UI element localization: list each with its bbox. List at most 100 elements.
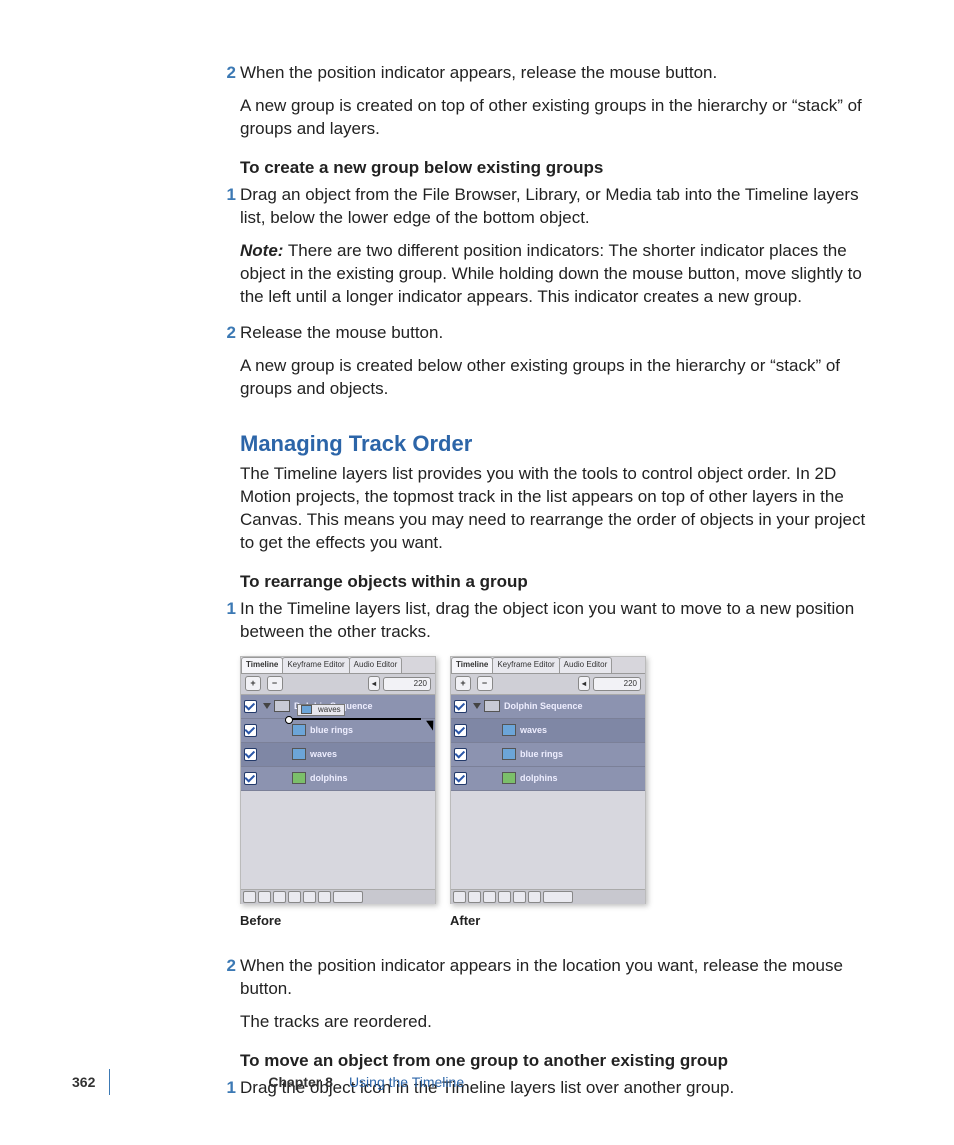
disclosure-icon[interactable]: [473, 703, 481, 709]
group-row[interactable]: Dolphin Sequence waves: [241, 695, 435, 719]
toolbar-button[interactable]: [258, 891, 271, 903]
toolbar-button[interactable]: [453, 891, 466, 903]
toolbar: + − ◂ 220: [241, 674, 435, 695]
frame-field[interactable]: 220: [383, 677, 431, 691]
checkbox-icon[interactable]: [244, 772, 257, 785]
remove-button[interactable]: −: [267, 676, 283, 691]
chapter-label: Chapter 8: [268, 1073, 333, 1092]
step-number: 2: [222, 322, 236, 345]
checkbox-icon[interactable]: [454, 772, 467, 785]
screenshot-after: Timeline Keyframe Editor Audio Editor + …: [450, 656, 646, 904]
indicator-knob-icon: [285, 716, 293, 724]
toolbar: + − ◂ 220: [451, 674, 645, 695]
toolbar-button[interactable]: [513, 891, 526, 903]
layers-list: Dolphin Sequence waves: [241, 695, 435, 791]
checkbox-icon[interactable]: [454, 724, 467, 737]
step-number: 2: [222, 62, 236, 85]
chapter-title: Using the Timeline: [349, 1073, 464, 1092]
figure-caption: Before: [240, 912, 436, 930]
page-number: 362: [72, 1073, 95, 1092]
layer-icon: [301, 705, 312, 714]
toolbar-button[interactable]: [303, 891, 316, 903]
page-footer: 362 Chapter 8 Using the Timeline: [72, 1069, 882, 1095]
layer-row[interactable]: waves: [451, 719, 645, 743]
bottom-toolbar: [241, 889, 435, 904]
step-number: 1: [222, 184, 236, 207]
step-left-button[interactable]: ◂: [368, 676, 380, 691]
position-indicator: waves: [291, 718, 421, 720]
add-button[interactable]: +: [455, 676, 471, 691]
layer-row[interactable]: blue rings: [241, 719, 435, 743]
layer-label: waves: [520, 724, 547, 736]
tab-keyframe-editor[interactable]: Keyframe Editor: [492, 657, 559, 673]
layer-label: dolphins: [310, 772, 348, 784]
zoom-slider[interactable]: [333, 891, 363, 903]
toolbar-button[interactable]: [483, 891, 496, 903]
paragraph: A new group is created below other exist…: [240, 355, 882, 401]
step-text: When the position indicator appears in t…: [240, 955, 882, 1001]
step-left-button[interactable]: ◂: [578, 676, 590, 691]
checkbox-icon[interactable]: [244, 700, 257, 713]
tab-bar: Timeline Keyframe Editor Audio Editor: [451, 657, 645, 674]
checkbox-icon[interactable]: [454, 748, 467, 761]
step-text: Release the mouse button.: [240, 322, 882, 345]
layer-icon: [292, 748, 306, 760]
checkbox-icon[interactable]: [244, 724, 257, 737]
empty-area: [451, 791, 645, 889]
layer-row[interactable]: dolphins: [451, 767, 645, 791]
group-row[interactable]: Dolphin Sequence: [451, 695, 645, 719]
toolbar-button[interactable]: [243, 891, 256, 903]
figure-row: Timeline Keyframe Editor Audio Editor + …: [240, 656, 882, 930]
drag-ghost: waves: [297, 704, 345, 717]
layers-list: Dolphin Sequence waves blue rings: [451, 695, 645, 791]
checkbox-icon[interactable]: [454, 700, 467, 713]
layer-row[interactable]: dolphins: [241, 767, 435, 791]
figure-caption: After: [450, 912, 646, 930]
paragraph: A new group is created on top of other e…: [240, 95, 882, 141]
group-icon: [274, 700, 290, 712]
layer-label: blue rings: [520, 748, 563, 760]
bottom-toolbar: [451, 889, 645, 904]
figure-after: Timeline Keyframe Editor Audio Editor + …: [450, 656, 646, 930]
toolbar-button[interactable]: [288, 891, 301, 903]
note-body: There are two different position indicat…: [240, 241, 862, 306]
screenshot-before: Timeline Keyframe Editor Audio Editor + …: [240, 656, 436, 904]
tab-timeline[interactable]: Timeline: [241, 657, 283, 673]
group-label: Dolphin Sequence: [504, 700, 583, 712]
layer-row[interactable]: waves: [241, 743, 435, 767]
step-2c: 2 When the position indicator appears in…: [240, 955, 882, 1001]
tab-audio-editor[interactable]: Audio Editor: [559, 657, 613, 673]
step-text: Drag an object from the File Browser, Li…: [240, 184, 882, 230]
frame-field[interactable]: 220: [593, 677, 641, 691]
tab-keyframe-editor[interactable]: Keyframe Editor: [282, 657, 349, 673]
toolbar-button[interactable]: [318, 891, 331, 903]
disclosure-icon[interactable]: [263, 703, 271, 709]
toolbar-button[interactable]: [468, 891, 481, 903]
add-button[interactable]: +: [245, 676, 261, 691]
tab-timeline[interactable]: Timeline: [451, 657, 493, 673]
layer-label: dolphins: [520, 772, 558, 784]
layer-icon: [502, 748, 516, 760]
group-icon: [484, 700, 500, 712]
note-paragraph: Note: There are two different position i…: [240, 240, 882, 309]
toolbar-button[interactable]: [273, 891, 286, 903]
divider: [109, 1069, 110, 1095]
layer-label: waves: [310, 748, 337, 760]
paragraph: The Timeline layers list provides you wi…: [240, 463, 882, 555]
task-heading: To rearrange objects within a group: [240, 571, 882, 594]
checkbox-icon[interactable]: [244, 748, 257, 761]
note-label: Note:: [240, 241, 283, 260]
step-1b: 1 In the Timeline layers list, drag the …: [240, 598, 882, 644]
remove-button[interactable]: −: [477, 676, 493, 691]
step-2b: 2 Release the mouse button.: [240, 322, 882, 345]
layer-icon: [502, 724, 516, 736]
step-text: In the Timeline layers list, drag the ob…: [240, 598, 882, 644]
toolbar-button[interactable]: [528, 891, 541, 903]
toolbar-button[interactable]: [498, 891, 511, 903]
zoom-slider[interactable]: [543, 891, 573, 903]
drag-ghost-label: waves: [318, 705, 341, 716]
figure-before: Timeline Keyframe Editor Audio Editor + …: [240, 656, 436, 930]
layer-icon: [502, 772, 516, 784]
layer-row[interactable]: blue rings: [451, 743, 645, 767]
tab-audio-editor[interactable]: Audio Editor: [349, 657, 403, 673]
